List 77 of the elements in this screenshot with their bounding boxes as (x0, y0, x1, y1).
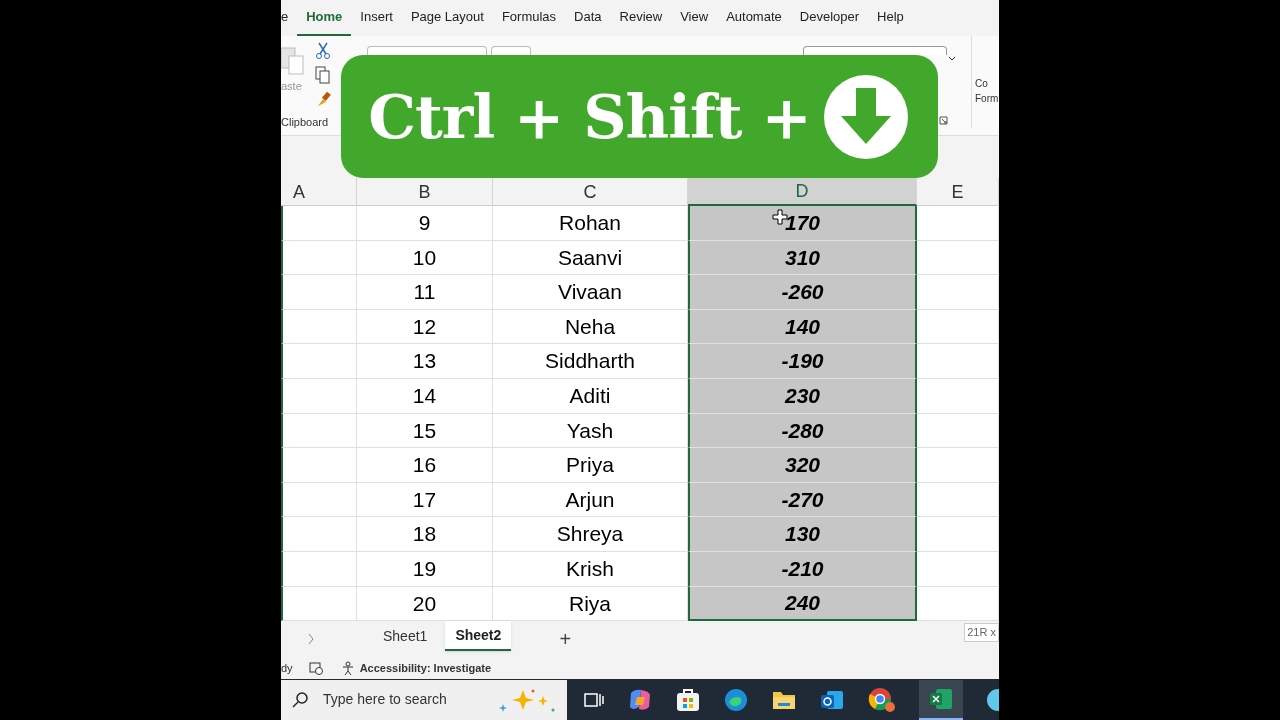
table-cell: 10 (357, 240, 493, 276)
table-cell: Priya (493, 448, 688, 483)
ribbon-tab[interactable]: Insert (351, 0, 402, 36)
add-sheet-button[interactable]: + (553, 624, 578, 655)
ribbon-tab[interactable]: Data (565, 0, 611, 36)
search-icon (291, 690, 309, 709)
table-cell: 19 (357, 551, 493, 587)
table-cell: 11 (357, 275, 493, 310)
table-cell: 16 (357, 448, 493, 483)
table-cell: Riya (493, 586, 688, 622)
copy-icon[interactable] (315, 66, 331, 84)
chevron-right-icon[interactable] (307, 633, 315, 646)
table-cell: 12 (357, 309, 493, 345)
scissors-icon[interactable] (315, 42, 331, 60)
table-cell: 17 (357, 482, 493, 518)
table-cell: -260 (688, 275, 917, 310)
table-cell: Shreya (493, 517, 688, 552)
store-icon[interactable] (675, 686, 701, 713)
ribbon-tab[interactable]: Page Layout (401, 0, 493, 36)
sheet-tab[interactable]: Sheet2 (445, 621, 512, 652)
ribbon-label[interactable]: Form (975, 91, 999, 106)
table-cell: Neha (493, 309, 688, 345)
size-field[interactable] (491, 46, 531, 55)
accessibility-status[interactable]: Accessibility: Investigate (359, 659, 492, 677)
accessibility-icon[interactable] (340, 660, 356, 676)
table-cell: 18 (357, 517, 493, 552)
table-cell: -280 (688, 413, 917, 449)
table-cell: 170 (688, 206, 917, 241)
ribbon-tab[interactable]: View (671, 0, 718, 36)
table-cell: Yash (493, 413, 688, 449)
ribbon-tab[interactable]: e (281, 0, 298, 36)
ribbon-tab[interactable]: Review (610, 0, 672, 36)
ribbon-tab[interactable]: Automate (717, 0, 791, 36)
table-cell: 13 (357, 344, 493, 379)
table-cell: -270 (688, 482, 917, 518)
table-cell: Siddharth (493, 344, 688, 379)
excel-taskbar-button[interactable] (919, 679, 963, 720)
table-cell: 130 (688, 517, 917, 552)
macro-icon[interactable] (308, 661, 323, 675)
excel-icon (928, 686, 954, 711)
sheet-tab[interactable]: Sheet1 (365, 621, 446, 652)
ribbon-label[interactable]: Co (975, 76, 999, 91)
edge-icon[interactable] (723, 686, 749, 713)
app-icon[interactable] (985, 686, 999, 713)
table-cell: 15 (357, 413, 493, 449)
table-cell: Vivaan (493, 275, 688, 310)
table-cell: 320 (688, 448, 917, 483)
shortcut-banner: Ctrl + Shift + (341, 55, 938, 178)
ribbon-tab[interactable]: Developer (790, 0, 869, 36)
font-field[interactable] (367, 46, 487, 55)
table-cell: Rohan (493, 206, 688, 241)
ribbon-tab[interactable]: Help (868, 0, 913, 36)
paintbrush-icon[interactable] (315, 90, 331, 108)
table-cell: 140 (688, 309, 917, 345)
selection-size: 21R x (964, 623, 999, 642)
search-placeholder: Type here to search (323, 690, 447, 710)
table-cell: 14 (357, 378, 493, 414)
table-cell: Saanvi (493, 240, 688, 276)
table-cell: 230 (688, 378, 917, 414)
search-field[interactable]: Type here to search (281, 679, 567, 720)
chrome-icon[interactable] (867, 685, 897, 714)
table-cell: 310 (688, 240, 917, 276)
table-cell: Arjun (493, 482, 688, 518)
number-format-dropdown[interactable] (803, 46, 947, 55)
table-cell: -210 (688, 551, 917, 587)
table-cell: Aditi (493, 378, 688, 414)
ribbon-tab[interactable]: Formulas (492, 0, 566, 36)
table-cell: 20 (357, 586, 493, 622)
table-cell: Krish (493, 551, 688, 587)
table-cell: 240 (688, 586, 917, 622)
status-text: dy (281, 660, 293, 676)
group-label: Clipboard (281, 115, 329, 130)
column-header[interactable]: D (688, 178, 917, 206)
launcher-icon[interactable] (939, 116, 948, 125)
table-cell: 9 (357, 206, 493, 241)
caret-icon (948, 56, 956, 62)
table-cell: -190 (688, 344, 917, 379)
